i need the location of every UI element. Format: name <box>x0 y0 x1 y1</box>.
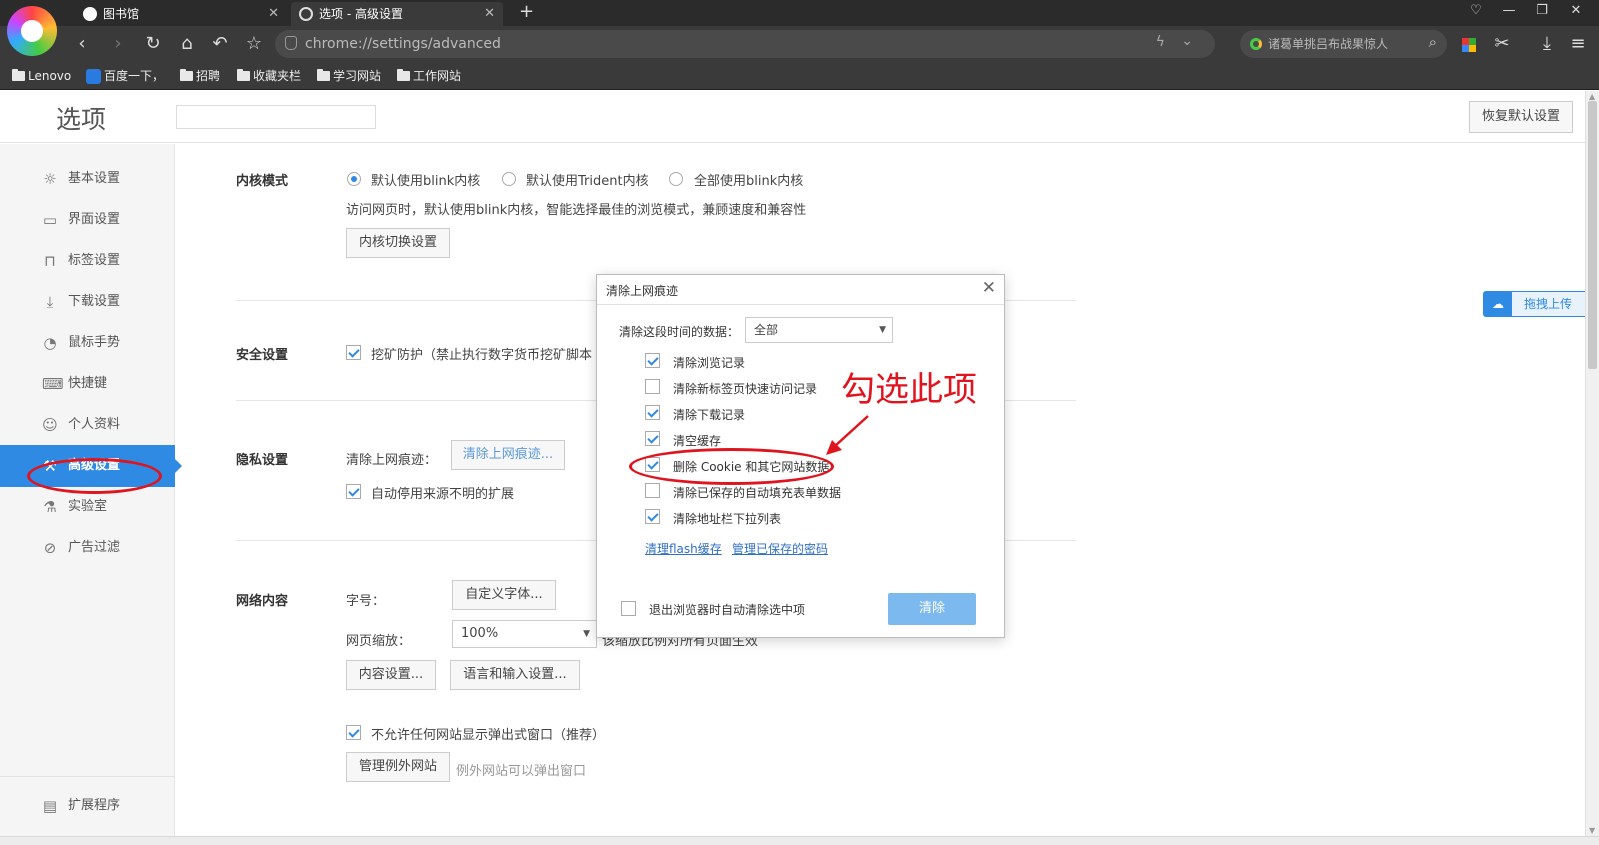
annotation-arrow-icon <box>826 415 869 455</box>
